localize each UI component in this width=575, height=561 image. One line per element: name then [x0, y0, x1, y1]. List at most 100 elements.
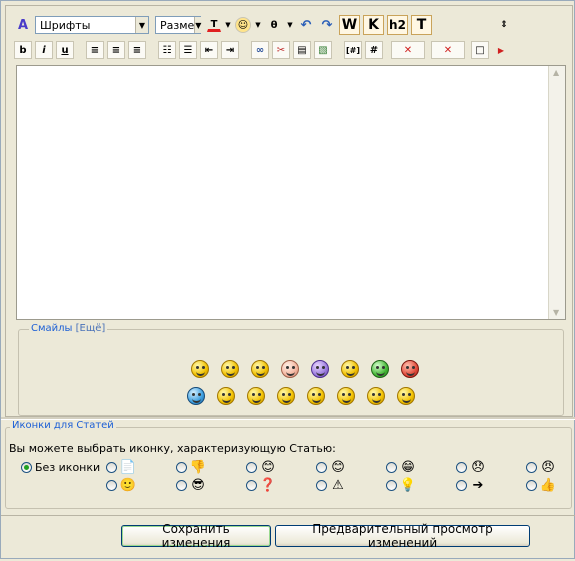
chevron-down-icon: ▼ [194, 17, 202, 33]
post-icon-radio[interactable] [106, 461, 117, 473]
no-icon-radio[interactable] [21, 462, 32, 473]
clear-icon[interactable]: ✕ [431, 41, 465, 59]
post-icon-glyph: 🙂 [119, 477, 137, 493]
redo-icon[interactable]: ↷ [318, 16, 336, 34]
post-icon-option[interactable]: 👎 [176, 459, 206, 475]
smiley-icon[interactable] [371, 360, 389, 378]
smiley-icon[interactable] [277, 387, 295, 405]
smiley-icon[interactable] [337, 387, 355, 405]
button-bar: Сохранить изменения Предварительный прос… [1, 515, 575, 561]
post-icon-option[interactable]: 😁 [386, 459, 416, 475]
post-icon-radio[interactable] [106, 479, 117, 491]
post-icon-radio[interactable] [176, 479, 187, 491]
smiley-icon[interactable] [311, 360, 329, 378]
save-doc-icon[interactable]: ▤ [293, 41, 311, 59]
post-icon-radio[interactable] [526, 461, 537, 473]
chevron-down-icon[interactable]: ▼ [254, 16, 262, 34]
k-button[interactable]: K [363, 15, 384, 35]
no-icon-option[interactable]: Без иконки [21, 461, 100, 474]
chevron-down-icon[interactable]: ▼ [224, 16, 232, 34]
indent-icon[interactable]: ⇥ [221, 41, 239, 59]
post-icon-option[interactable]: 👍 [526, 477, 556, 493]
post-icons-description: Вы можете выбрать иконку, характеризующу… [9, 442, 336, 455]
smiley-icon[interactable] [341, 360, 359, 378]
post-icon-glyph: 😊 [331, 459, 345, 475]
image-icon[interactable]: ▧ [314, 41, 332, 59]
font-select-value: Шрифты [40, 18, 91, 32]
post-icon-option[interactable]: ⚠ [316, 477, 346, 493]
smiley-icon[interactable] [191, 360, 209, 378]
post-icon-radio[interactable] [456, 479, 467, 491]
smiley-insert-icon[interactable]: ☺ [235, 17, 251, 33]
post-icon-option[interactable]: ❓ [246, 477, 276, 493]
underline-button[interactable]: u [56, 41, 74, 59]
post-icon-option[interactable]: 💡 [386, 477, 416, 493]
post-icon-glyph: ⚠ [332, 477, 344, 493]
hash-button[interactable]: # [365, 41, 383, 59]
wikipedia-button[interactable]: W [339, 15, 360, 35]
font-select[interactable]: Шрифты ▼ [35, 16, 149, 34]
remove-format-icon[interactable]: ✕ [391, 41, 425, 59]
font-style-icon[interactable]: A [14, 16, 32, 34]
text-color-icon[interactable]: T [207, 18, 221, 32]
link-icon[interactable]: ∞ [251, 41, 269, 59]
frame-icon[interactable]: □ [471, 41, 489, 59]
youtube-icon[interactable]: ▶ [492, 41, 510, 59]
smiley-icon[interactable] [251, 360, 269, 378]
post-icon-glyph: 💡 [399, 477, 417, 493]
unordered-list-icon[interactable]: ☰ [179, 41, 197, 59]
smilies-legend: Смайлы [Ещё] [29, 323, 108, 334]
h2-button[interactable]: h2 [387, 15, 408, 35]
post-icon-radio[interactable] [176, 461, 187, 473]
smiley-icon[interactable] [221, 360, 239, 378]
preview-changes-button[interactable]: Предварительный просмотр изменений [275, 522, 530, 550]
post-icon-option[interactable]: ➔ [456, 477, 486, 493]
scroll-down-icon[interactable]: ▼ [553, 308, 559, 317]
smiley-icon[interactable] [281, 360, 299, 378]
post-icon-radio[interactable] [456, 461, 467, 473]
smiley-icon[interactable] [307, 387, 325, 405]
smiley-icon[interactable] [187, 387, 205, 405]
smiley-icon[interactable] [367, 387, 385, 405]
no-icon-label: Без иконки [35, 461, 101, 474]
post-icon-radio[interactable] [386, 461, 397, 473]
post-icon-option[interactable]: 🙂 [106, 477, 136, 493]
post-icon-glyph: 😊 [261, 459, 275, 475]
align-left-icon[interactable]: ≡ [86, 41, 104, 59]
post-icon-radio[interactable] [526, 479, 537, 491]
post-icon-radio[interactable] [386, 479, 397, 491]
italic-button[interactable]: i [35, 41, 53, 59]
post-icon-radio[interactable] [246, 461, 257, 473]
scroll-up-icon[interactable]: ▲ [553, 68, 559, 77]
smiley-icon[interactable] [217, 387, 235, 405]
special-char-icon[interactable]: θ [265, 16, 283, 34]
unlink-icon[interactable]: ✂ [272, 41, 290, 59]
title-button[interactable]: T [411, 15, 432, 35]
outdent-icon[interactable]: ⇤ [200, 41, 218, 59]
post-icon-option[interactable]: 😊 [316, 459, 346, 475]
post-icon-option[interactable]: 😎 [176, 477, 206, 493]
chevron-down-icon[interactable]: ▼ [286, 16, 294, 34]
bold-button[interactable]: b [14, 41, 32, 59]
undo-icon[interactable]: ↶ [297, 16, 315, 34]
post-icon-option[interactable]: 😠 [526, 459, 556, 475]
post-icon-option[interactable]: 😊 [246, 459, 276, 475]
align-right-icon[interactable]: ≡ [128, 41, 146, 59]
save-changes-button[interactable]: Сохранить изменения [121, 522, 271, 550]
post-icon-option[interactable]: 📄 [106, 459, 136, 475]
post-icon-radio[interactable] [316, 461, 327, 473]
post-icon-radio[interactable] [316, 479, 327, 491]
expand-toolbar-icon[interactable]: ⇕ [495, 16, 513, 34]
smilies-more-link[interactable]: [Ещё] [76, 323, 106, 334]
smiley-icon[interactable] [397, 387, 415, 405]
ordered-list-icon[interactable]: ☷ [158, 41, 176, 59]
smiley-icon[interactable] [247, 387, 265, 405]
post-icon-radio[interactable] [246, 479, 257, 491]
code-button[interactable]: [#] [344, 41, 362, 59]
size-select[interactable]: Разме ▼ [155, 16, 202, 34]
textarea-scrollbar[interactable]: ▲ ▼ [548, 66, 565, 319]
align-center-icon[interactable]: ≡ [107, 41, 125, 59]
smiley-icon[interactable] [401, 360, 419, 378]
post-icon-option[interactable]: 😞 [456, 459, 486, 475]
message-textarea[interactable]: ▲ ▼ [16, 65, 566, 320]
